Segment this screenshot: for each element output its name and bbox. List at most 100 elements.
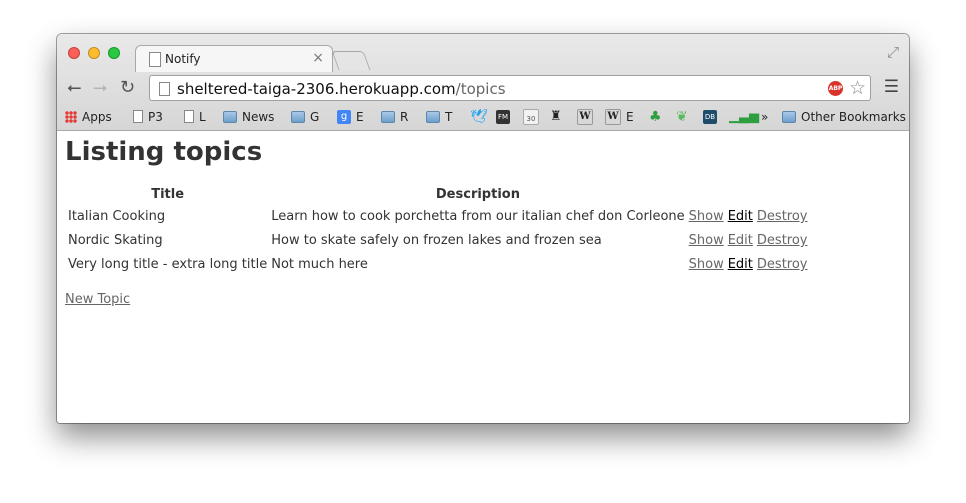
bookmark-calendar[interactable]: 30 (523, 106, 544, 128)
folder-icon (782, 110, 796, 123)
calendar-30-icon: 30 (523, 108, 539, 125)
folder-icon (291, 110, 305, 123)
adblock-icon[interactable]: ABP (828, 81, 843, 96)
back-arrow-icon[interactable]: ⭠ (67, 76, 81, 100)
url-path: /topics (455, 80, 506, 98)
column-header-empty (727, 185, 754, 204)
destroy-link[interactable]: Destroy (757, 257, 808, 272)
bookmark-signal[interactable]: ▁▃▅ (729, 106, 759, 128)
show-link[interactable]: Show (689, 233, 724, 248)
topic-description: How to skate safely on frozen lakes and … (271, 233, 602, 248)
edit-link[interactable]: Edit (728, 257, 753, 272)
page-title: Listing topics (65, 137, 263, 167)
page-icon (184, 110, 194, 123)
bookmark-twitter[interactable]: 🕊 (470, 106, 488, 128)
google-plus-icon: g (337, 109, 351, 124)
bookmark-wikipedia[interactable]: W (577, 106, 598, 128)
bookmark-label: E (626, 110, 634, 124)
new-tab-button[interactable] (331, 51, 371, 70)
other-bookmarks[interactable]: Other Bookmarks (782, 106, 906, 128)
topic-title: Nordic Skating (68, 233, 163, 248)
table-row: Nordic Skating How to skate safely on fr… (67, 230, 809, 252)
column-header-title: Title (151, 187, 185, 202)
bookmark-news[interactable]: News (223, 106, 274, 128)
edit-link[interactable]: Edit (728, 233, 753, 248)
column-header-description: Description (435, 187, 520, 202)
fm-icon: FM (496, 109, 510, 124)
bookmark-label: P3 (148, 110, 163, 124)
bookmark-label: News (242, 110, 275, 124)
bookmark-label: T (445, 110, 453, 124)
topic-title: Very long title - extra long title (68, 257, 268, 272)
url-host: sheltered-taiga-2306.herokuapp.com (177, 80, 456, 98)
url-text[interactable]: sheltered-taiga-2306.herokuapp.com/topic… (177, 80, 506, 98)
twitter-icon: 🕊 (470, 109, 488, 125)
bookmark-l[interactable]: L (184, 106, 206, 128)
bookmark-g[interactable]: G (291, 106, 319, 128)
bookmark-p3[interactable]: P3 (133, 106, 163, 128)
navigation-toolbar: ⭠ ⭢ ↻ sheltered-taiga-2306.herokuapp.com… (57, 74, 909, 104)
folder-icon (223, 110, 237, 123)
bookmark-e[interactable]: gE (337, 106, 364, 128)
destroy-link[interactable]: Destroy (757, 209, 808, 224)
table-row: Very long title - extra long title Not m… (67, 254, 809, 276)
address-bar[interactable]: sheltered-taiga-2306.herokuapp.com/topic… (149, 75, 871, 101)
column-header-empty (756, 185, 809, 204)
bookmark-fm[interactable]: FM (496, 106, 515, 128)
page-icon (149, 52, 161, 67)
zoom-window-button[interactable] (108, 47, 120, 59)
bookmark-clover[interactable]: ♣ (649, 106, 662, 128)
bookmark-leaf[interactable]: ❦ (676, 106, 688, 128)
bookmark-wikipedia-e[interactable]: WE (605, 106, 634, 128)
fullscreen-icon[interactable]: ⤢ (887, 43, 899, 61)
signal-bars-icon: ▁▃▅ (729, 109, 759, 124)
browser-chrome: Notify × ⤢ ⭠ ⭢ ↻ sheltered-taiga-2306.he… (57, 34, 909, 131)
column-header-empty (688, 185, 725, 204)
tab-title: Notify (165, 52, 201, 66)
forward-arrow-icon[interactable]: ⭢ (93, 76, 107, 100)
topic-title: Italian Cooking (68, 209, 166, 224)
table-header-row: Title Description (67, 185, 809, 204)
topic-description: Not much here (271, 257, 368, 272)
other-bookmarks-label: Other Bookmarks (801, 110, 906, 124)
apps-grid-icon (65, 110, 77, 123)
db-icon: DB (703, 109, 717, 124)
show-link[interactable]: Show (689, 257, 724, 272)
tab-notify[interactable]: Notify × (135, 45, 333, 72)
clover-icon: ♣ (649, 109, 662, 125)
robot-icon: ♜ (550, 109, 562, 124)
minimize-window-button[interactable] (88, 47, 100, 59)
topics-table: Title Description Italian Cooking Learn … (65, 183, 811, 278)
bookmark-label: G (310, 110, 320, 124)
wikipedia-icon: W (577, 108, 593, 125)
topic-description: Learn how to cook porchetta from our ita… (271, 209, 685, 224)
bookmark-r[interactable]: R (381, 106, 408, 128)
close-window-button[interactable] (68, 47, 80, 59)
window-controls (68, 47, 120, 59)
destroy-link[interactable]: Destroy (757, 233, 808, 248)
table-row: Italian Cooking Learn how to cook porche… (67, 206, 809, 228)
bookmark-t[interactable]: T (426, 106, 452, 128)
menu-icon[interactable]: ☰ (884, 77, 899, 97)
leaf-icon: ❦ (676, 109, 688, 125)
bookmark-db[interactable]: DB (703, 106, 722, 128)
tab-close-icon[interactable]: × (312, 50, 324, 66)
page-icon (159, 82, 170, 96)
bookmarks-overflow-chevron-icon[interactable]: » (761, 106, 768, 128)
bookmark-label: E (356, 110, 364, 124)
bookmark-star-icon[interactable]: ☆ (849, 77, 866, 99)
bookmark-label: R (400, 110, 409, 124)
page-icon (133, 110, 143, 123)
bookmark-robot[interactable]: ♜ (550, 106, 562, 128)
edit-link[interactable]: Edit (728, 209, 753, 224)
reload-icon[interactable]: ↻ (120, 76, 135, 100)
folder-icon (381, 110, 395, 123)
new-topic-link[interactable]: New Topic (65, 292, 130, 307)
browser-window: Notify × ⤢ ⭠ ⭢ ↻ sheltered-taiga-2306.he… (57, 34, 909, 423)
bookmark-label: Apps (82, 110, 112, 124)
wikipedia-icon: W (605, 108, 621, 125)
bookmark-apps[interactable]: Apps (65, 106, 112, 128)
show-link[interactable]: Show (689, 209, 724, 224)
page-content: Listing topics Title Description Italian… (57, 131, 909, 423)
folder-icon (426, 110, 440, 123)
